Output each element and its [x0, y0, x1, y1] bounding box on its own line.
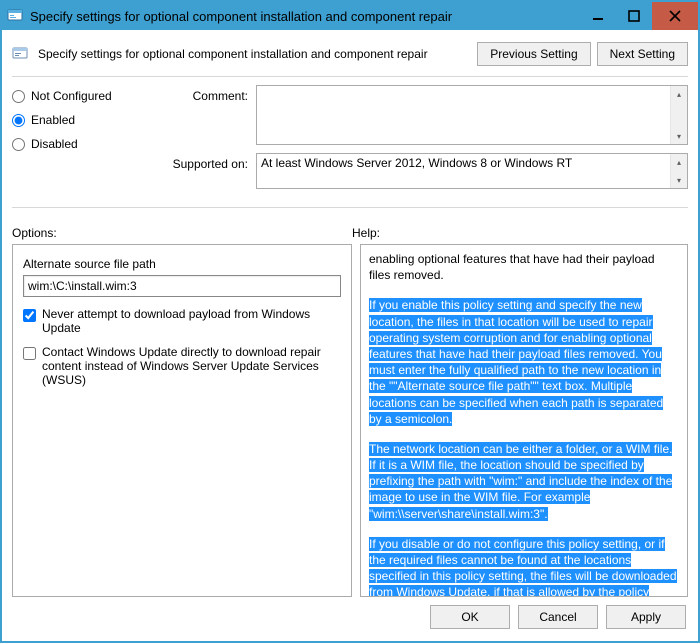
- scroll-down-icon[interactable]: ▾: [671, 172, 687, 188]
- radio-label: Disabled: [31, 137, 78, 151]
- scroll-up-icon[interactable]: ▴: [671, 86, 687, 102]
- scroll-down-icon[interactable]: ▾: [671, 128, 687, 144]
- supported-label: Supported on:: [164, 153, 256, 171]
- scroll-up-icon[interactable]: ▴: [671, 154, 687, 170]
- alt-source-input[interactable]: [23, 275, 341, 297]
- comment-label: Comment:: [164, 85, 256, 103]
- columns-header: Options: Help:: [12, 226, 688, 240]
- radio-enabled[interactable]: Enabled: [12, 113, 152, 127]
- contact-wu-checkbox[interactable]: [23, 347, 36, 360]
- ok-button[interactable]: OK: [430, 605, 510, 629]
- state-radios: Not Configured Enabled Disabled: [12, 85, 152, 197]
- window-controls: [580, 2, 698, 30]
- never-download-checkbox[interactable]: [23, 309, 36, 322]
- divider: [12, 207, 688, 208]
- comment-textarea[interactable]: [257, 86, 670, 144]
- previous-setting-button[interactable]: Previous Setting: [477, 42, 590, 66]
- radio-label: Not Configured: [31, 89, 112, 103]
- supported-row: Supported on: ▴ ▾: [164, 153, 688, 189]
- maximize-button[interactable]: [616, 2, 652, 30]
- radio-not-configured[interactable]: Not Configured: [12, 89, 152, 103]
- help-text-selected: If you disable or do not configure this …: [369, 537, 677, 597]
- app-icon: [6, 7, 24, 25]
- options-header: Options:: [12, 226, 57, 240]
- comment-row: Comment: ▴ ▾: [164, 85, 688, 145]
- help-text-selected: The network location can be either a fol…: [369, 442, 672, 521]
- radio-disabled[interactable]: Disabled: [12, 137, 152, 151]
- footer-buttons: OK Cancel Apply: [12, 597, 688, 631]
- comment-wrap: ▴ ▾: [256, 85, 688, 145]
- never-download-check[interactable]: Never attempt to download payload from W…: [23, 307, 341, 335]
- supported-wrap: ▴ ▾: [256, 153, 688, 189]
- settings-row: Not Configured Enabled Disabled Comment:: [12, 85, 688, 197]
- help-text: enabling optional features that have had…: [369, 252, 655, 282]
- policy-icon: [12, 45, 30, 63]
- help-header: Help:: [352, 226, 380, 240]
- help-pane[interactable]: enabling optional features that have had…: [360, 244, 688, 597]
- supported-scrollbar[interactable]: ▴ ▾: [670, 154, 687, 188]
- columns: Alternate source file path Never attempt…: [12, 244, 688, 597]
- never-download-label: Never attempt to download payload from W…: [42, 307, 341, 335]
- minimize-button[interactable]: [580, 2, 616, 30]
- cancel-button[interactable]: Cancel: [518, 605, 598, 629]
- content-area: Specify settings for optional component …: [2, 30, 698, 641]
- header-row: Specify settings for optional component …: [12, 38, 688, 74]
- fields-col: Comment: ▴ ▾ Supported on: ▴: [164, 85, 688, 197]
- help-text-selected: If you enable this policy setting and sp…: [369, 298, 663, 425]
- close-button[interactable]: [652, 2, 698, 30]
- contact-wu-label: Contact Windows Update directly to downl…: [42, 345, 341, 387]
- header-text: Specify settings for optional component …: [38, 47, 469, 61]
- contact-wu-check[interactable]: Contact Windows Update directly to downl…: [23, 345, 341, 387]
- radio-enabled-input[interactable]: [12, 114, 25, 127]
- radio-not-configured-input[interactable]: [12, 90, 25, 103]
- comment-scrollbar[interactable]: ▴ ▾: [670, 86, 687, 144]
- titlebar[interactable]: Specify settings for optional component …: [2, 2, 698, 30]
- window-title: Specify settings for optional component …: [30, 9, 580, 24]
- window-frame: Specify settings for optional component …: [0, 0, 700, 643]
- alt-source-label: Alternate source file path: [23, 257, 341, 271]
- radio-label: Enabled: [31, 113, 75, 127]
- supported-textarea: [257, 154, 670, 188]
- next-setting-button[interactable]: Next Setting: [597, 42, 688, 66]
- options-pane: Alternate source file path Never attempt…: [12, 244, 352, 597]
- radio-disabled-input[interactable]: [12, 138, 25, 151]
- apply-button[interactable]: Apply: [606, 605, 686, 629]
- divider: [12, 76, 688, 77]
- nav-buttons: Previous Setting Next Setting: [477, 42, 688, 66]
